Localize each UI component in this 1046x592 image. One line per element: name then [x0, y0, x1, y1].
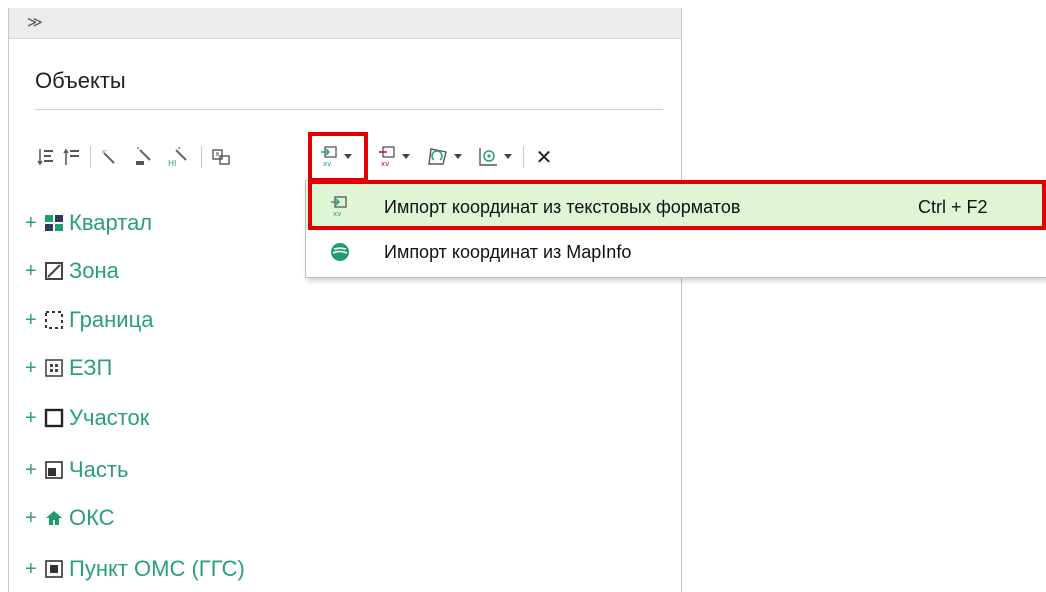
target-properties-icon[interactable]: [473, 142, 503, 172]
tree-item-label: Зона: [69, 258, 119, 283]
tree-item-label: Граница: [69, 307, 154, 332]
expand-icon[interactable]: +: [25, 407, 41, 430]
import-xy-icon: xv: [328, 195, 352, 219]
mapinfo-icon: [328, 240, 352, 264]
tree-item-label: ЕЗП: [69, 355, 113, 380]
objects-panel: ≫ Объекты HI xv xv ✕ + Квартал + Зона + …: [8, 8, 682, 592]
parcel-icon: [43, 407, 65, 429]
menu-item-shortcut: Ctrl + F2: [918, 196, 988, 217]
import-dropdown-menu: xv Импорт координат из текстовых формато…: [305, 180, 1046, 278]
wand-hi-icon[interactable]: HI: [163, 142, 193, 172]
chevron-down-icon[interactable]: [501, 142, 515, 172]
expand-icon[interactable]: +: [25, 212, 41, 235]
tree-item-label: Часть: [69, 457, 129, 482]
tree-item-granitsa[interactable]: + Граница: [25, 302, 153, 338]
part-icon: [43, 459, 65, 481]
ezp-icon: [43, 357, 65, 379]
expand-icon[interactable]: +: [25, 558, 41, 581]
wand-object-icon[interactable]: [131, 142, 159, 172]
sort-desc-icon[interactable]: [35, 142, 57, 172]
expand-icon[interactable]: +: [25, 260, 41, 283]
expand-icon[interactable]: +: [25, 309, 41, 332]
expand-panel-button[interactable]: ≫: [27, 13, 43, 31]
tree-item-oks[interactable]: + ОКС: [25, 500, 115, 536]
survey-point-icon: [43, 558, 65, 580]
tree-item-uchastok[interactable]: + Участок: [25, 400, 149, 436]
toolbar-separator: [201, 146, 202, 168]
menu-item-import-mapinfo[interactable]: Импорт координат из MapInfo: [306, 229, 1046, 275]
menu-item-label: Импорт координат из текстовых форматов: [384, 196, 741, 217]
objects-toolbar: HI xv xv ✕: [35, 132, 675, 182]
tree-item-zona[interactable]: + Зона: [25, 253, 119, 289]
tree-item-label: Квартал: [69, 210, 153, 235]
panel-topbar: ≫: [9, 8, 681, 39]
title-divider: [35, 109, 663, 110]
tree-item-label: Участок: [69, 405, 150, 430]
chevron-down-icon[interactable]: [399, 142, 413, 172]
panel-title: Объекты: [35, 68, 126, 93]
polygon-edit-icon[interactable]: [423, 142, 453, 172]
block-icon: [43, 212, 65, 234]
highlight-box: [308, 132, 368, 182]
tree-item-kvartal[interactable]: + Квартал: [25, 205, 152, 241]
delete-icon[interactable]: ✕: [531, 142, 557, 172]
export-xy-icon[interactable]: xv: [375, 142, 401, 172]
house-icon: [43, 507, 65, 529]
menu-item-import-text[interactable]: xv Импорт координат из текстовых формато…: [306, 184, 1046, 230]
menu-item-label: Импорт координат из MapInfo: [384, 241, 632, 262]
border-icon: [43, 309, 65, 331]
expand-icon[interactable]: +: [25, 459, 41, 482]
svg-text:xv: xv: [333, 210, 341, 218]
expand-icon[interactable]: +: [25, 357, 41, 380]
tree-item-label: Пункт ОМС (ГГС): [69, 556, 245, 581]
toolbar-separator: [523, 146, 524, 168]
svg-text:xv: xv: [381, 160, 389, 168]
copy-objects-icon[interactable]: [207, 142, 235, 172]
tree-item-label: ОКС: [69, 505, 115, 530]
chevron-down-icon[interactable]: [451, 142, 465, 172]
expand-icon[interactable]: +: [25, 507, 41, 530]
toolbar-separator: [90, 146, 91, 168]
zone-icon: [43, 260, 65, 282]
tree-item-ezp[interactable]: + ЕЗП: [25, 350, 112, 386]
tree-item-chast[interactable]: + Часть: [25, 452, 128, 488]
wand-icon[interactable]: [97, 142, 123, 172]
svg-text:HI: HI: [168, 159, 176, 168]
sort-asc-icon[interactable]: [61, 142, 83, 172]
tree-item-punkt-oms[interactable]: + Пункт ОМС (ГГС): [25, 551, 245, 587]
